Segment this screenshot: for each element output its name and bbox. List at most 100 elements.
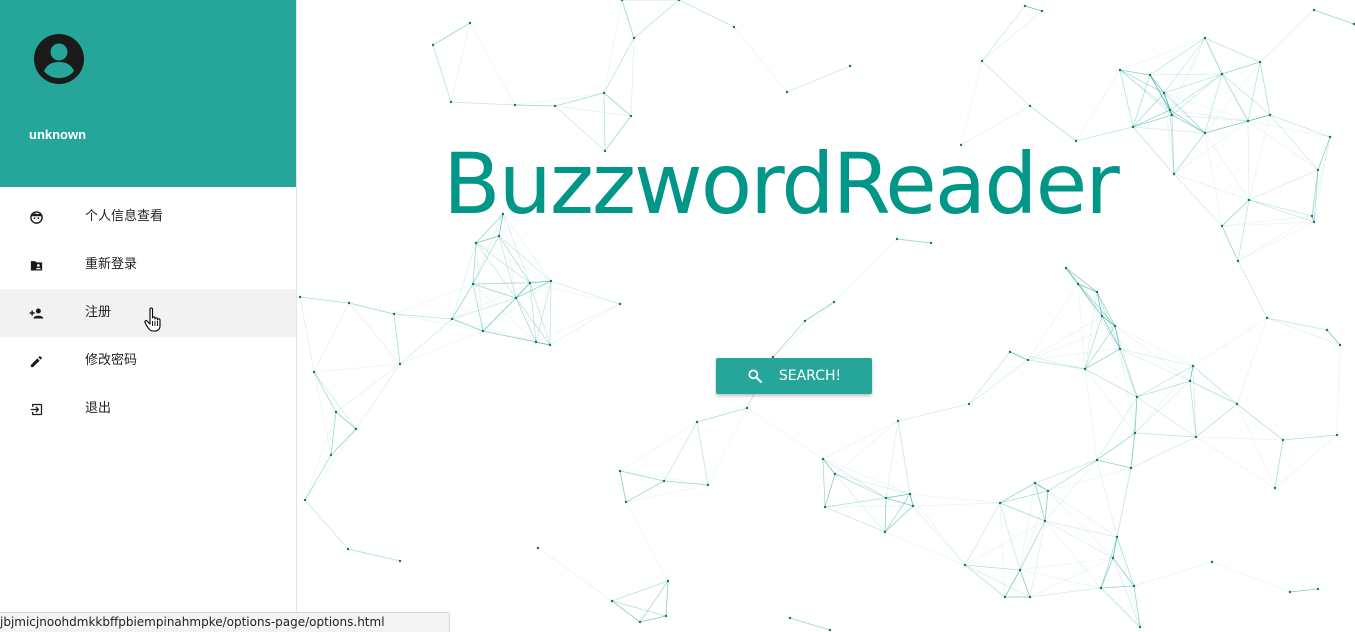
network-node: [513, 103, 517, 107]
network-node: [963, 563, 967, 567]
network-node: [803, 319, 807, 323]
network-node: [1132, 584, 1136, 588]
network-link: [625, 480, 665, 503]
network-node: [1076, 282, 1080, 286]
network-node: [1220, 224, 1224, 228]
network-node: [528, 281, 532, 285]
network-node: [1220, 72, 1224, 76]
network-node: [398, 362, 402, 366]
network-link: [1248, 114, 1271, 201]
network-link: [804, 301, 835, 322]
network-node: [632, 36, 636, 40]
network-node: [471, 282, 475, 286]
network-link: [432, 44, 452, 103]
network-node: [884, 496, 888, 500]
network-link: [960, 60, 983, 146]
network-link: [1027, 315, 1103, 361]
network-node: [1129, 466, 1133, 470]
network-link: [393, 313, 484, 332]
network-node: [1325, 328, 1329, 332]
network-link: [1047, 467, 1132, 492]
network-link: [1100, 587, 1141, 628]
network-node: [1338, 343, 1342, 347]
menu-item-relogin[interactable]: 重新登录: [0, 241, 296, 289]
network-link: [1134, 365, 1194, 434]
username: unknown: [29, 127, 87, 142]
network-node: [1162, 91, 1166, 95]
menu-item-profile[interactable]: 个人信息查看: [0, 193, 296, 241]
network-node: [618, 469, 622, 473]
network-node: [1281, 438, 1285, 442]
network-link: [1204, 61, 1261, 134]
search-button[interactable]: SEARCH!: [716, 358, 872, 394]
network-link: [1266, 317, 1328, 331]
network-node: [1003, 595, 1007, 599]
network-link: [1169, 109, 1206, 134]
network-link: [299, 296, 315, 373]
network-node: [481, 329, 485, 333]
network-link: [1132, 109, 1171, 128]
network-node: [848, 64, 852, 68]
network-link: [1192, 317, 1268, 367]
network-link: [393, 313, 453, 320]
network-link: [619, 470, 665, 482]
network-node: [329, 453, 333, 457]
network-node: [312, 370, 316, 374]
network-link: [1044, 520, 1102, 589]
network-link: [1119, 37, 1206, 71]
network-node: [732, 25, 736, 29]
network-link: [1259, 9, 1315, 63]
network-node: [1316, 587, 1320, 591]
network-link: [621, 0, 635, 39]
network-link: [633, 0, 680, 39]
menu-item-logout[interactable]: 退出: [0, 385, 296, 433]
network-link: [639, 580, 669, 623]
network-link: [885, 497, 914, 507]
network-node: [745, 406, 749, 410]
network-link: [1247, 61, 1261, 122]
network-link: [1075, 69, 1121, 142]
network-link: [1248, 199, 1313, 217]
network-link: [665, 580, 669, 617]
network-node: [1273, 486, 1277, 490]
network-link: [515, 297, 537, 343]
network-link: [1289, 588, 1319, 593]
network-link: [1027, 283, 1079, 361]
network-link: [330, 428, 357, 456]
menu-item-label: 个人信息查看: [85, 209, 164, 224]
network-node: [1028, 595, 1032, 599]
network-link: [619, 421, 698, 472]
network-node: [1170, 113, 1174, 117]
menu-item-change-password[interactable]: 修改密码: [0, 337, 296, 385]
network-link: [884, 531, 966, 566]
network-link: [1027, 359, 1086, 370]
search-icon: [748, 369, 762, 383]
network-link: [909, 493, 1001, 504]
network-node: [474, 241, 478, 245]
network-link: [313, 371, 337, 413]
network-link: [1195, 403, 1238, 438]
network-node: [1168, 108, 1172, 112]
network-link: [896, 238, 932, 244]
network-node: [624, 500, 628, 504]
network-link: [1171, 73, 1223, 116]
network-node: [1236, 259, 1240, 263]
network-link: [1266, 317, 1341, 346]
network-link: [393, 313, 401, 365]
network-link: [1204, 132, 1223, 227]
account-circle-icon[interactable]: [33, 33, 85, 85]
network-link: [1247, 120, 1250, 201]
network-link: [1029, 587, 1102, 598]
network-link: [1047, 490, 1114, 559]
network-link: [696, 421, 709, 486]
network-node: [534, 340, 538, 344]
network-link: [822, 458, 826, 508]
network-link: [1192, 365, 1238, 405]
network-link: [1096, 432, 1136, 461]
network-link: [696, 407, 748, 423]
menu-item-label: 重新登录: [85, 257, 138, 272]
network-node: [536, 546, 540, 550]
network-link: [897, 403, 970, 422]
network-link: [475, 242, 517, 299]
network-node: [1203, 131, 1207, 135]
